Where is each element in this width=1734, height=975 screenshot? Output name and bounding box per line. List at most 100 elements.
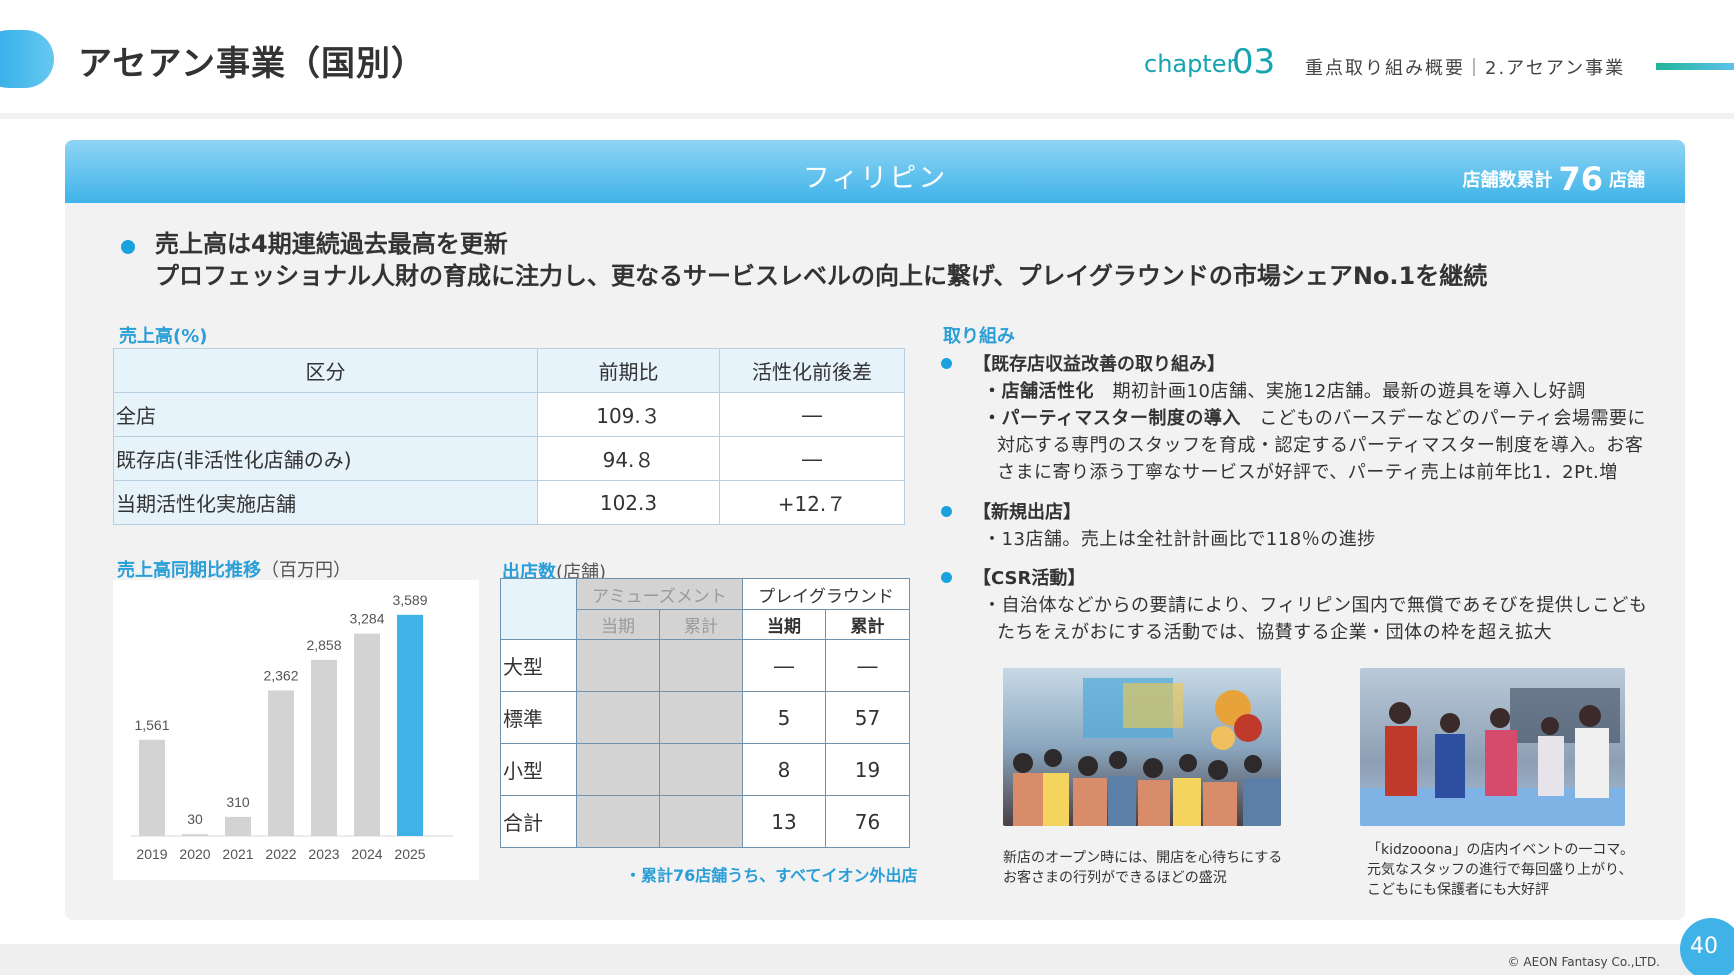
caption-line: 元気なスタッフの進行で毎回盛り上がり、 xyxy=(1367,862,1633,878)
table-cell-empty xyxy=(659,691,743,744)
tick-label-2025: 2025 xyxy=(394,846,425,862)
page-number: 40 xyxy=(1680,918,1734,975)
table-cell-current: 13 xyxy=(742,795,826,848)
store-count-value: 76 xyxy=(1558,160,1603,198)
group-header-amusement: アミューズメント xyxy=(576,578,743,610)
stores-note: ・累計76店舗うち、すべてイオン外出店 xyxy=(625,866,918,885)
header-gradient-bar xyxy=(1656,63,1734,70)
data-label-2019: 1,561 xyxy=(134,717,169,733)
table-row-label: 合計 xyxy=(500,795,577,848)
store-count: 店舗数累計 76 店舗 xyxy=(1462,160,1645,198)
table-row-label: 小型 xyxy=(500,743,577,796)
panel-header: フィリピン 店舗数累計 76 店舗 xyxy=(65,140,1685,203)
bullet-dot xyxy=(121,240,135,254)
table-row: 合計 13 76 xyxy=(500,795,910,848)
group-header-playground: プレイグラウンド xyxy=(742,578,910,610)
table-cell-empty xyxy=(576,691,660,744)
tick-label-2019: 2019 xyxy=(136,846,167,862)
table-cell-empty xyxy=(659,795,743,848)
table-cell-current: 5 xyxy=(742,691,826,744)
table-row: 大型 ― ― xyxy=(500,639,910,692)
crowd-photo-image xyxy=(1003,668,1281,826)
photo-caption: 「kidzooona」の店内イベントの一コマ。 元気なスタッフの進行で毎回盛り上… xyxy=(1367,840,1634,900)
table-row: 標準 5 57 xyxy=(500,691,910,744)
subheader-total: 累計 xyxy=(825,609,910,640)
table-cell-yoy: 94.８ xyxy=(537,436,720,481)
sales-trend-chart-svg: 1,561 2019 30 2020 310 2021 2,362 2022 2,858 2023… xyxy=(131,592,453,862)
trend-chart-title: 売上高同期比推移 xyxy=(117,560,261,581)
table-cell-yoy: 109.３ xyxy=(537,392,720,437)
subheader-current: 当期 xyxy=(576,609,660,640)
stores-table: アミューズメント プレイグラウンド 当期 累計 当期 累計 大型 ― ― 標準 … xyxy=(500,578,910,848)
table-row-label: 当期活性化実施店舗 xyxy=(113,480,538,525)
table-header-row: アミューズメント プレイグラウンド xyxy=(500,578,910,640)
table-cell-empty xyxy=(576,639,660,692)
photo-caption: 新店のオープン時には、開店を心待ちにする お客さまの行列ができるほどの盛況 xyxy=(1003,848,1282,888)
table-cell-total: 76 xyxy=(825,795,910,848)
initiative-line: ・店舗活性化 期初計画10店舗、実施12店舗。最新の遊具を導入し好調 xyxy=(983,377,1586,403)
table-row: 全店 109.３ ― xyxy=(113,392,905,437)
initiative-title-new-stores: 【新規出店】 xyxy=(973,502,1081,523)
data-label-2023: 2,858 xyxy=(306,637,341,653)
initiative-keyword: ・パーティマスター制度の導入 xyxy=(983,408,1241,429)
sales-trend-chart: 1,561 2019 30 2020 310 2021 2,362 2022 2,858 2023… xyxy=(113,580,479,880)
initiative-text: 期初計画10店舗、実施12店舗。最新の遊具を導入し好調 xyxy=(1094,381,1586,402)
table-row: 当期活性化実施店舗 102.3 +12.７ xyxy=(113,480,905,525)
sales-table: 区分 前期比 活性化前後差 全店 109.３ ― 既存店(非活性化店舗のみ) 9… xyxy=(113,348,905,525)
tick-label-2020: 2020 xyxy=(179,846,210,862)
table-cell-total: ― xyxy=(825,639,910,692)
table-header-row: 区分 前期比 活性化前後差 xyxy=(113,348,905,393)
initiative-line: ・13店舗。売上は全社計計画比で118％の進捗 xyxy=(983,529,1376,550)
initiative-line: ・自治体などからの要請により、フィリピン国内で無償であそびを提供しこども xyxy=(983,595,1648,616)
table-row: 既存店(非活性化店舗のみ) 94.８ ― xyxy=(113,436,905,481)
table-cell-yoy: 102.3 xyxy=(537,480,720,525)
table-cell-empty xyxy=(576,795,660,848)
table-header-cell: 活性化前後差 xyxy=(719,348,905,393)
tick-label-2024: 2024 xyxy=(351,846,382,862)
table-cell-current: 8 xyxy=(742,743,826,796)
table-cell-diff: +12.７ xyxy=(719,480,905,525)
store-count-prefix: 店舗数累計 xyxy=(1462,170,1553,191)
table-header-cell: 前期比 xyxy=(537,348,720,393)
bar-2023 xyxy=(311,659,337,836)
caption-line: お客さまの行列ができるほどの盛況 xyxy=(1003,870,1227,886)
headline: 売上高は4期連続過去最高を更新 プロフェッショナル人財の育成に注力し、更なるサー… xyxy=(155,228,1487,292)
sales-table-label: 売上高(%) xyxy=(119,326,208,347)
store-opening-photo xyxy=(1003,668,1281,826)
bullet-dot xyxy=(941,506,952,517)
table-row: 小型 8 19 xyxy=(500,743,910,796)
bar-2025 xyxy=(397,614,423,836)
initiative-line: さまに寄り添う丁寧なサービスが好評で、パーティ売上は前年比1．2Pt.増 xyxy=(997,462,1618,483)
initiative-title-csr: 【CSR活動】 xyxy=(973,568,1086,589)
chapter-label: chapter xyxy=(1144,50,1237,78)
table-corner-cell xyxy=(500,578,577,640)
breadcrumb: 重点取り組み概要｜2.アセアン事業 xyxy=(1305,58,1626,79)
headline-line2: プロフェッショナル人財の育成に注力し、更なるサービスレベルの向上に繋げ、プレイグ… xyxy=(155,262,1488,290)
bullet-dot xyxy=(941,358,952,369)
country-panel: フィリピン 店舗数累計 76 店舗 売上高は4期連続過去最高を更新 プロフェッショナ… xyxy=(65,140,1685,920)
data-label-2022: 2,362 xyxy=(263,667,298,683)
initiative-line: 対応する専門のスタッフを育成・認定するパーティマスター制度を導入。お客 xyxy=(997,435,1644,456)
header-accent-pill xyxy=(0,30,54,88)
tick-label-2021: 2021 xyxy=(222,846,253,862)
data-label-2025: 3,589 xyxy=(392,592,427,608)
table-cell-current: ― xyxy=(742,639,826,692)
table-cell-diff: ― xyxy=(719,436,905,481)
data-label-2021: 310 xyxy=(226,794,250,810)
bar-2022 xyxy=(268,690,294,836)
initiatives-label: 取り組み xyxy=(943,326,1015,347)
subheader-current: 当期 xyxy=(742,609,826,640)
trend-chart-unit: （百万円） xyxy=(261,560,351,581)
initiative-text: こどものバースデーなどのパーティ会場需要に xyxy=(1240,408,1646,429)
initiative-keyword: ・店舗活性化 xyxy=(983,381,1094,402)
data-label-2020: 30 xyxy=(187,811,203,827)
table-header-cell: 区分 xyxy=(113,348,538,393)
initiative-line: ・パーティマスター制度の導入 こどものバースデーなどのパーティ会場需要に xyxy=(983,404,1646,430)
table-cell-empty xyxy=(576,743,660,796)
chapter-number: 03 xyxy=(1232,42,1276,82)
table-row-label: 標準 xyxy=(500,691,577,744)
subheader-total: 累計 xyxy=(659,609,743,640)
trend-chart-label: 売上高同期比推移（百万円） xyxy=(117,556,351,582)
caption-line: 「kidzooona」の店内イベントの一コマ。 xyxy=(1367,842,1634,858)
table-row-label: 大型 xyxy=(500,639,577,692)
